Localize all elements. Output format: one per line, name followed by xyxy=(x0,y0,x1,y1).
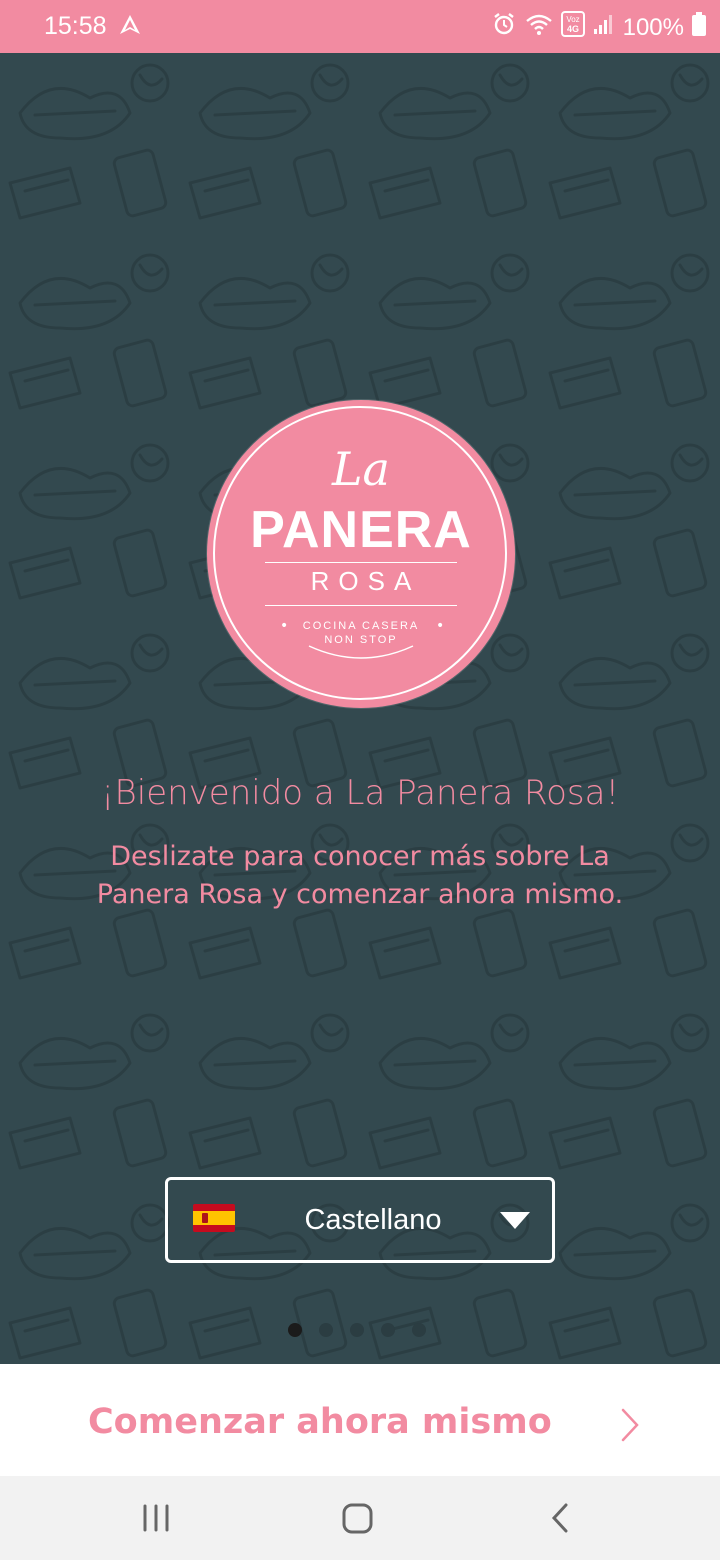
logo-text-panera: PANERA xyxy=(250,501,472,559)
welcome-text: Deslizate para conocer más sobre La Pane… xyxy=(96,841,624,910)
chevron-right-icon xyxy=(620,1408,640,1446)
welcome-title: ¡Bienvenido a La Panera Rosa! xyxy=(100,773,620,813)
recent-apps-icon[interactable] xyxy=(140,1498,172,1542)
signal-icon xyxy=(593,13,615,42)
svg-text:4G: 4G xyxy=(567,24,579,34)
page-dot-4[interactable] xyxy=(381,1323,395,1337)
logo-text-la: La xyxy=(332,442,390,496)
language-select[interactable]: Castellano xyxy=(165,1177,555,1263)
page-dot-5[interactable] xyxy=(412,1323,426,1337)
status-time: 15:58 xyxy=(44,12,107,40)
wifi-icon xyxy=(525,12,553,43)
la-panera-rosa-logo: La PANERA ROSA • COCINA CASERA NON STOP … xyxy=(207,400,515,708)
navigation-app-icon xyxy=(118,13,142,44)
page-dot-1[interactable] xyxy=(288,1323,302,1337)
volte-4g-icon: Voz 4G xyxy=(560,11,585,44)
logo-divider-bottom xyxy=(265,605,457,606)
system-navigation-bar xyxy=(0,1476,720,1560)
alarm-icon xyxy=(491,11,517,44)
home-icon[interactable] xyxy=(340,1498,376,1542)
dropdown-caret-icon xyxy=(500,1212,530,1229)
status-bar: 15:58 Voz 4G 100% xyxy=(0,0,720,53)
start-now-button[interactable]: Comenzar ahora mismo xyxy=(0,1364,720,1476)
food-pattern-background xyxy=(0,53,720,1364)
battery-percent: 100% xyxy=(622,13,684,41)
start-now-label: Comenzar ahora mismo xyxy=(88,1402,552,1442)
svg-text:Voz: Voz xyxy=(566,15,579,24)
logo-tagline-1: COCINA CASERA xyxy=(302,620,420,632)
back-icon[interactable] xyxy=(548,1498,572,1542)
battery-icon xyxy=(692,12,706,43)
logo-smile-curve xyxy=(308,645,414,659)
page-indicator xyxy=(288,1323,426,1337)
page-dot-3[interactable] xyxy=(350,1323,364,1337)
logo-dot-right: • xyxy=(436,618,445,634)
logo-text-rosa: ROSA xyxy=(310,566,421,596)
onboarding-slide[interactable]: La PANERA ROSA • COCINA CASERA NON STOP … xyxy=(0,53,720,1364)
page-dot-2[interactable] xyxy=(319,1323,333,1337)
logo-divider-top xyxy=(265,562,457,563)
